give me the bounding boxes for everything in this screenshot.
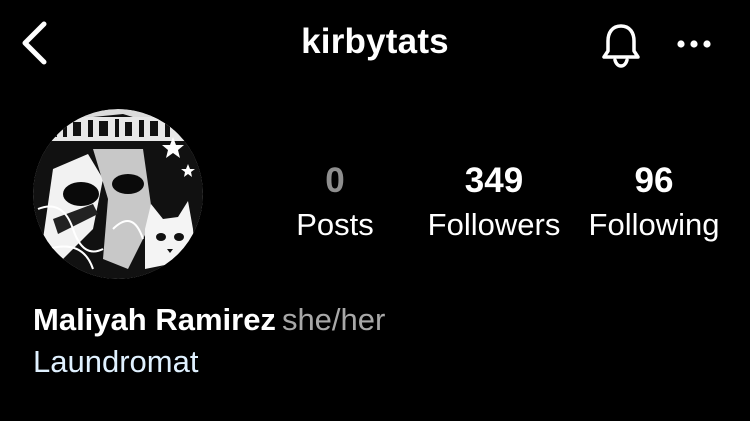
following-label: Following xyxy=(588,207,720,242)
avatar-image xyxy=(33,109,203,279)
bell-icon xyxy=(602,24,640,68)
more-options-button[interactable] xyxy=(672,24,716,64)
posts-count: 0 xyxy=(325,161,345,200)
profile-header: kirbytats xyxy=(0,0,750,90)
full-name: Maliyah Ramirez xyxy=(33,302,276,337)
bio-link[interactable]: Laundromat xyxy=(33,340,385,384)
profile-bio: Maliyah Ramirez she/her Laundromat xyxy=(33,300,385,384)
followers-stat[interactable]: 349 Followers xyxy=(418,160,570,244)
notifications-button[interactable] xyxy=(598,20,644,70)
followers-label: Followers xyxy=(427,207,561,242)
followers-count: 349 xyxy=(464,161,524,200)
following-stat[interactable]: 96 Following xyxy=(578,160,730,244)
following-count: 96 xyxy=(634,161,674,200)
name-line: Maliyah Ramirez she/her xyxy=(33,300,385,340)
posts-label: Posts xyxy=(296,207,374,242)
more-horizontal-icon xyxy=(677,40,711,48)
pronouns: she/her xyxy=(281,302,386,337)
profile-avatar[interactable] xyxy=(33,109,203,279)
posts-stat: 0 Posts xyxy=(280,160,390,244)
